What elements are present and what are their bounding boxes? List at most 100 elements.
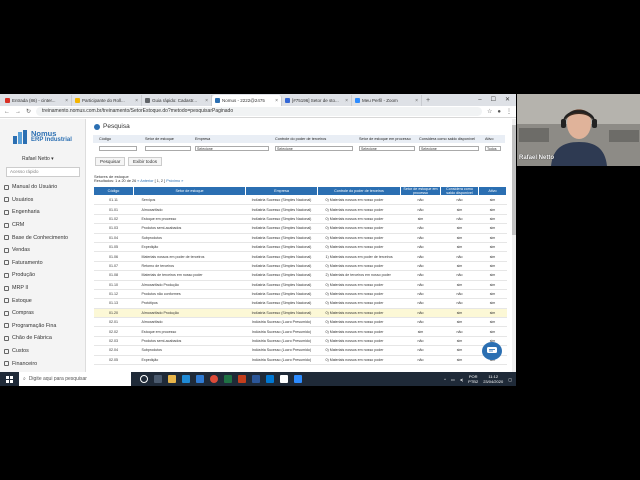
file-explorer-icon[interactable]	[168, 375, 176, 383]
sidebar-item[interactable]: Chão de Fábrica	[0, 332, 86, 345]
sidebar-item[interactable]: Vendas	[0, 244, 86, 257]
sidebar-item[interactable]: Produção	[0, 269, 86, 282]
tray-arrow-icon[interactable]: ^	[444, 377, 446, 382]
notes-icon[interactable]	[280, 375, 288, 383]
column-header[interactable]: Empresa	[245, 186, 318, 196]
back-icon[interactable]: ←	[4, 109, 10, 115]
chat-button[interactable]	[482, 342, 502, 360]
browser-tab[interactable]: Guia rápido: Cadastr... ×	[142, 95, 212, 106]
excel-icon[interactable]	[224, 375, 232, 383]
sidebar-item[interactable]: Financeiro	[0, 357, 86, 370]
table-row[interactable]: 01.11 Serviços Indústria Sucesso (Simples …	[93, 195, 507, 206]
sidebar-item[interactable]: Programação Fina	[0, 320, 86, 333]
column-header[interactable]: Ativo	[478, 186, 507, 196]
table-row[interactable]: 01.08 Materiais de terceiros em nosso pod…	[93, 270, 507, 281]
profile-icon[interactable]: ●	[497, 109, 501, 115]
quick-access-input[interactable]: Acesso rápido	[6, 167, 80, 177]
column-header[interactable]: Considera como saldo disponível	[440, 186, 479, 196]
filter-field[interactable]: Selecione	[275, 145, 353, 151]
sidebar-item[interactable]: Manual do Usuário	[0, 181, 86, 194]
page-scrollbar[interactable]	[512, 119, 516, 386]
taskbar-search[interactable]: ⌕ Digite aqui para pesquisar	[19, 372, 131, 386]
table-row[interactable]: 01.12 Produtos não conformes Indústria Suc…	[93, 289, 507, 300]
pager-prev-link[interactable]: « Anterior	[137, 179, 153, 183]
sidebar-item[interactable]: MRP II	[0, 282, 86, 295]
sidebar-item[interactable]: Faturamento	[0, 257, 86, 270]
sidebar-item[interactable]: Compras	[0, 307, 86, 320]
reload-icon[interactable]: ↻	[26, 108, 31, 115]
powerpoint-icon[interactable]	[238, 375, 246, 383]
task-view-icon[interactable]	[154, 375, 162, 383]
table-row[interactable]: 01.06 Materiais nossos em poder de tercei…	[93, 251, 507, 262]
filter-field[interactable]	[99, 145, 137, 151]
tab-close-icon[interactable]: ×	[415, 98, 418, 104]
sidebar-item[interactable]: Engenharia	[0, 206, 86, 219]
zoom-icon[interactable]	[294, 375, 302, 383]
filter-field[interactable]	[145, 145, 191, 151]
pager-pages[interactable]: [ 1, 2 ]	[154, 179, 167, 183]
sidebar-item[interactable]: Base de Conhecimento	[0, 231, 86, 244]
new-tab-button[interactable]: +	[422, 95, 434, 106]
table-row[interactable]: 01.03 Produtos semi-acabados Indústria Suc…	[93, 223, 507, 234]
close-window-icon[interactable]: ✕	[505, 95, 510, 106]
forward-icon[interactable]: →	[15, 109, 21, 115]
show-all-button[interactable]: Exibir todos	[128, 157, 163, 166]
chrome-icon[interactable]	[210, 375, 218, 383]
minimize-icon[interactable]: –	[478, 95, 481, 106]
browser-tab[interactable]: Entrada (86) - cinter... ×	[2, 95, 72, 106]
sidebar-item[interactable]: Usuários	[0, 194, 86, 207]
table-row[interactable]: 01.07 Retorno de terceiros Indústria Suces…	[93, 261, 507, 272]
filter-field[interactable]: Selecione	[195, 145, 269, 151]
table-row[interactable]: 02.03 Produtos semi-acabados Indústria Suc…	[93, 336, 507, 347]
network-icon[interactable]: ▭	[451, 377, 455, 382]
tab-close-icon[interactable]: ×	[205, 98, 208, 104]
sidebar-item[interactable]: Custos	[0, 345, 86, 358]
cortana-icon[interactable]	[140, 375, 148, 383]
table-row[interactable]: 01.05 Expedição Indústria Sucesso (Simples…	[93, 242, 507, 253]
table-row[interactable]: 01.13 Protótipos Indústria Sucesso (Simple…	[93, 298, 507, 309]
filter-field[interactable]: Selecione	[359, 145, 415, 151]
sidebar-item[interactable]: Estoque	[0, 294, 86, 307]
outlook-icon[interactable]	[266, 375, 274, 383]
column-header[interactable]: Controle do poder de terceiros	[317, 186, 401, 196]
notifications-icon[interactable]: ▢	[508, 377, 512, 382]
table-cell: sim	[440, 345, 479, 356]
url-input[interactable]: treinamento.nomus.com.br/treinamento/Set…	[36, 107, 482, 116]
pager-next-link[interactable]: Próximo »	[166, 179, 183, 183]
windows-start-icon[interactable]	[6, 375, 13, 383]
column-header[interactable]: Setor de estoque em processo	[400, 186, 441, 196]
volume-icon[interactable]: ◂)	[460, 377, 463, 382]
filter-field[interactable]: Todos	[485, 145, 501, 151]
table-row[interactable]: 02.04 Subprodutos Indústria Sucesso (Lucro…	[93, 345, 507, 356]
language-indicator[interactable]: POR PTB2	[468, 374, 478, 384]
tab-close-icon[interactable]: ×	[345, 98, 348, 104]
menu-kebab-icon[interactable]: ⋮	[506, 108, 512, 115]
table-row[interactable]: 01.20 Almoxarifado Produção Indústria Suce…	[93, 308, 507, 319]
edge-icon[interactable]	[182, 375, 190, 383]
table-row[interactable]: 02.05 Expedição Indústria Sucesso (Lucro P…	[93, 355, 507, 366]
mail-icon[interactable]	[196, 375, 204, 383]
maximize-icon[interactable]: ☐	[491, 95, 496, 106]
table-row[interactable]: 01.10 Almoxarifado Produção Indústria Suce…	[93, 280, 507, 290]
search-button[interactable]: Pesquisar	[95, 157, 126, 166]
sidebar-item[interactable]: CRM	[0, 219, 86, 232]
table-row[interactable]: 02.02 Estoque em processo Indústria Sucess…	[93, 326, 507, 337]
browser-tab[interactable]: Meu Perfil - Zoom ×	[352, 95, 422, 106]
browser-tab[interactable]: Nomus - 2222@2475 ×	[212, 95, 282, 106]
clock[interactable]: 11:12 23/04/2020	[483, 374, 503, 384]
table-row[interactable]: 01.02 Estoque em processo Indústria Sucess…	[93, 214, 507, 225]
tab-close-icon[interactable]: ×	[65, 98, 68, 104]
table-row[interactable]: 01.01 Almoxarifado Indústria Sucesso (Simp…	[93, 204, 507, 215]
column-header[interactable]: Setor de estoque	[133, 186, 246, 196]
tab-close-icon[interactable]: ×	[135, 98, 138, 104]
column-header[interactable]: Código	[93, 186, 134, 196]
browser-tab[interactable]: Participante do Roll... ×	[72, 95, 142, 106]
browser-tab[interactable]: [#75196] Setor de sto... ×	[282, 95, 352, 106]
tab-close-icon[interactable]: ×	[275, 98, 278, 104]
table-row[interactable]: 01.04 Subprodutos Indústria Sucesso (Simpl…	[93, 233, 507, 243]
filter-field[interactable]: Selecione	[419, 145, 479, 151]
table-row[interactable]: 02.01 Almoxarifado Indústria Sucesso (Lucr…	[93, 317, 507, 328]
star-icon[interactable]: ☆	[487, 108, 492, 115]
word-icon[interactable]	[252, 375, 260, 383]
user-menu[interactable]: Rafael Netto ▾	[22, 156, 54, 162]
